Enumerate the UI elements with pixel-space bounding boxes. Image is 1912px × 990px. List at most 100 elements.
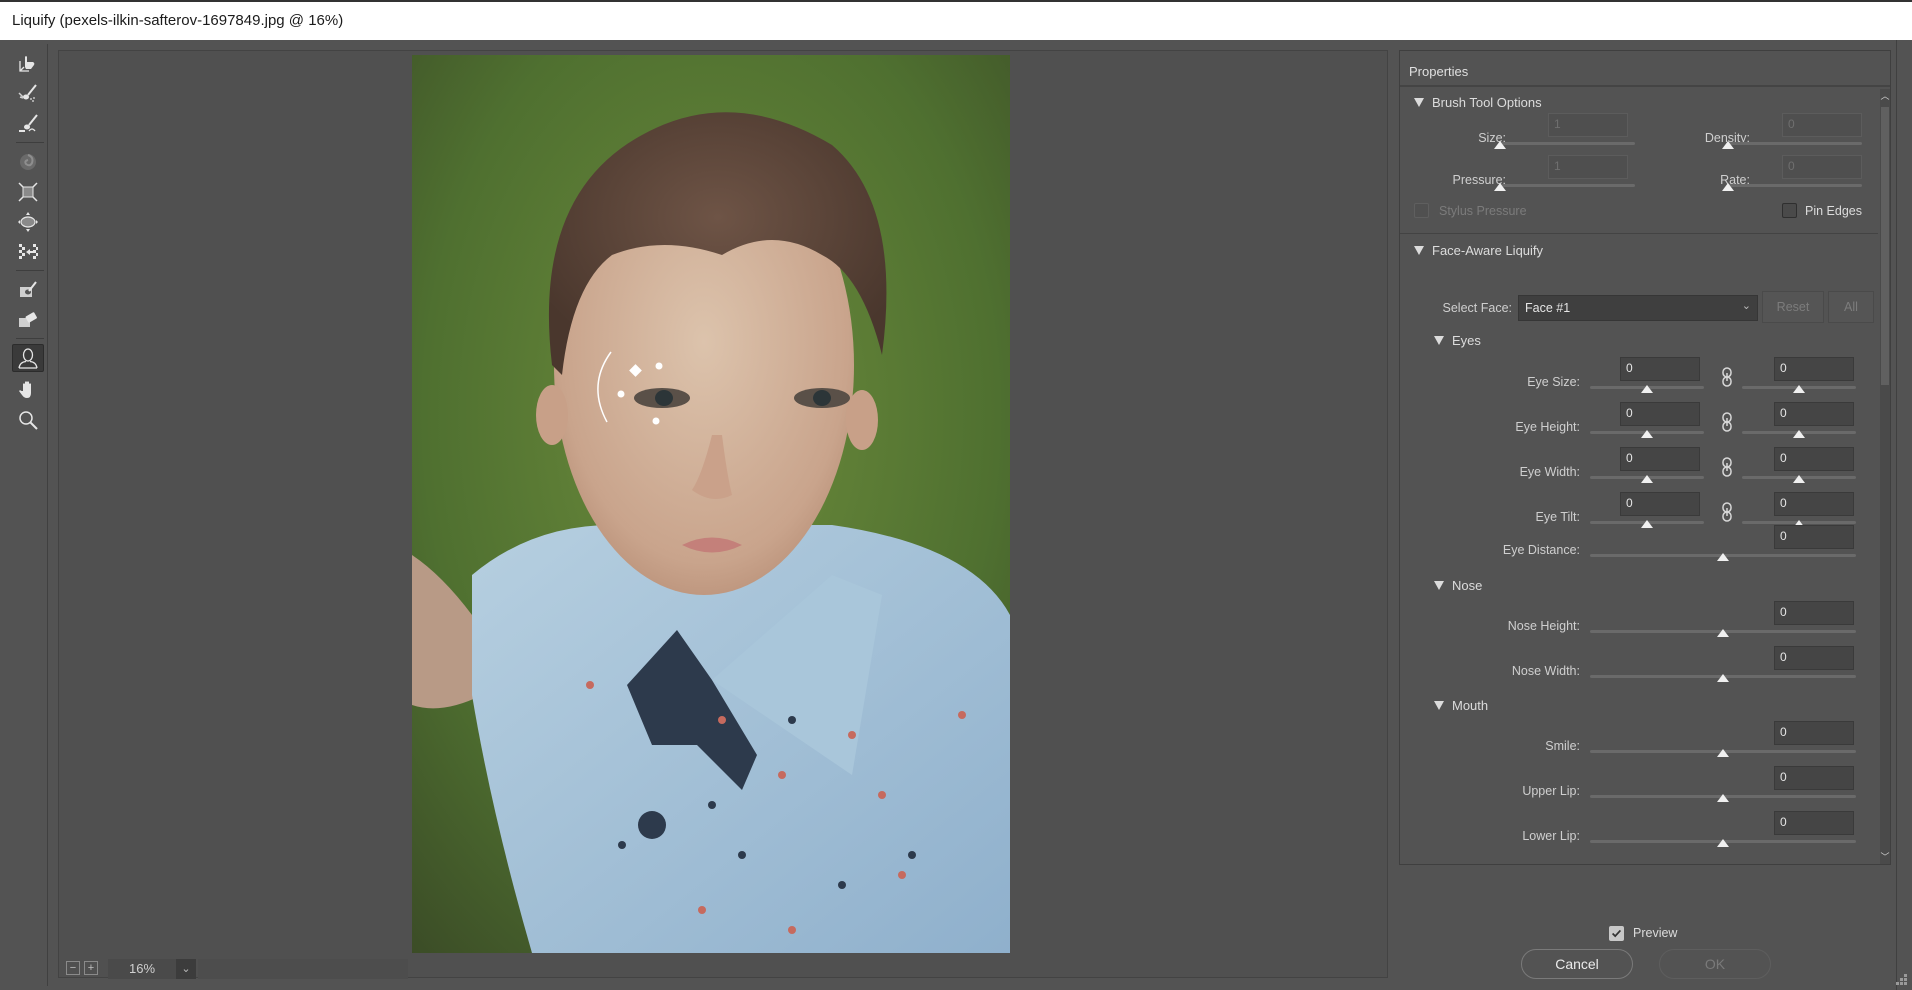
preview-label: Preview — [1633, 926, 1678, 940]
preview-checkbox[interactable] — [1609, 926, 1624, 941]
mouth-header[interactable]: Mouth — [1434, 698, 1488, 713]
slider-thumb[interactable] — [1717, 553, 1729, 561]
eye-height-left-input[interactable]: 0 — [1620, 402, 1700, 426]
slider-thumb[interactable] — [1717, 749, 1729, 757]
slider-thumb[interactable] — [1793, 385, 1805, 393]
face-tool[interactable] — [12, 344, 44, 372]
lower-lip-slider[interactable] — [1590, 837, 1856, 847]
ok-button[interactable]: OK — [1659, 949, 1771, 979]
all-button[interactable]: All — [1828, 291, 1874, 323]
size-slider[interactable] — [1494, 139, 1635, 149]
link-icon[interactable] — [1720, 457, 1734, 477]
slider-thumb[interactable] — [1641, 475, 1653, 483]
slider-thumb[interactable] — [1722, 141, 1734, 149]
eye-width-left-input[interactable]: 0 — [1620, 447, 1700, 471]
thaw-mask-tool[interactable] — [12, 306, 44, 334]
eye-height-right-input[interactable]: 0 — [1774, 402, 1854, 426]
zoom-level-field[interactable]: 16% — [108, 959, 176, 979]
slider-thumb[interactable] — [1494, 141, 1506, 149]
slider-thumb[interactable] — [1722, 183, 1734, 191]
stylus-pressure-checkbox[interactable] — [1414, 203, 1429, 218]
eye-distance-slider[interactable] — [1590, 551, 1856, 561]
link-icon[interactable] — [1720, 502, 1734, 522]
eye-size-left-input[interactable]: 0 — [1620, 357, 1700, 381]
cancel-button[interactable]: Cancel — [1521, 949, 1633, 979]
slider-thumb[interactable] — [1641, 430, 1653, 438]
eye-tilt-left-slider[interactable] — [1590, 518, 1704, 528]
eye-tilt-left-input[interactable]: 0 — [1620, 492, 1700, 516]
push-left-tool[interactable] — [12, 238, 44, 266]
slider-thumb[interactable] — [1717, 839, 1729, 847]
upper-lip-slider[interactable] — [1590, 792, 1856, 802]
smile-input[interactable]: 0 — [1774, 721, 1854, 745]
size-input[interactable]: 1 — [1548, 113, 1628, 137]
section-title: Face-Aware Liquify — [1432, 243, 1544, 258]
bloat-tool[interactable] — [12, 208, 44, 236]
nose-height-label: Nose Height: — [1507, 619, 1580, 633]
eye-size-right-slider[interactable] — [1742, 383, 1856, 393]
freeze-mask-tool[interactable] — [12, 276, 44, 304]
pressure-slider[interactable] — [1494, 181, 1635, 191]
eye-width-right-slider[interactable] — [1742, 473, 1856, 483]
upper-lip-input[interactable]: 0 — [1774, 766, 1854, 790]
eye-distance-input[interactable]: 0 — [1774, 525, 1854, 549]
slider-thumb[interactable] — [1494, 183, 1506, 191]
slider-thumb[interactable] — [1641, 520, 1653, 528]
slider-thumb[interactable] — [1717, 674, 1729, 682]
slider-thumb[interactable] — [1717, 629, 1729, 637]
rate-slider[interactable] — [1722, 181, 1862, 191]
properties-scrollbar[interactable]: ︿ ﹀ — [1880, 89, 1890, 864]
link-icon[interactable] — [1720, 412, 1734, 432]
zoom-out-button[interactable]: − — [66, 961, 80, 975]
properties-scroll-area: Brush Tool Options Size: 1 Density: 0 Pr… — [1400, 89, 1890, 864]
smooth-tool[interactable] — [12, 110, 44, 138]
eye-height-left-slider[interactable] — [1590, 428, 1704, 438]
brush-tool-options-header[interactable]: Brush Tool Options — [1414, 95, 1542, 110]
slider-thumb[interactable] — [1641, 385, 1653, 393]
face-aware-liquify-header[interactable]: Face-Aware Liquify — [1414, 243, 1543, 258]
density-input[interactable]: 0 — [1782, 113, 1862, 137]
lower-lip-input[interactable]: 0 — [1774, 811, 1854, 835]
pin-edges-checkbox[interactable] — [1782, 203, 1797, 218]
eye-width-left-slider[interactable] — [1590, 473, 1704, 483]
slider-thumb[interactable] — [1793, 430, 1805, 438]
hand-tool[interactable] — [12, 376, 44, 404]
preview-canvas[interactable] — [58, 50, 1388, 978]
toolbar-separator — [16, 270, 44, 271]
select-face-dropdown[interactable]: Face #1 ⌄ — [1518, 295, 1758, 321]
eyes-header[interactable]: Eyes — [1434, 333, 1481, 348]
nose-header[interactable]: Nose — [1434, 578, 1482, 593]
nose-height-input[interactable]: 0 — [1774, 601, 1854, 625]
forward-warp-tool[interactable] — [12, 50, 44, 78]
warp-hand-icon — [19, 56, 35, 72]
twirl-clockwise-tool[interactable] — [12, 148, 44, 176]
pucker-tool[interactable] — [12, 178, 44, 206]
reconstruct-tool[interactable] — [12, 80, 44, 108]
reset-button[interactable]: Reset — [1762, 291, 1824, 323]
link-icon[interactable] — [1720, 367, 1734, 387]
zoom-tool[interactable] — [12, 406, 44, 434]
eye-height-label: Eye Height: — [1515, 420, 1580, 434]
zoom-dropdown-button[interactable]: ⌄ — [176, 959, 196, 979]
eye-size-left-slider[interactable] — [1590, 383, 1704, 393]
scroll-up-icon[interactable]: ︿ — [1880, 89, 1890, 103]
rate-input[interactable]: 0 — [1782, 155, 1862, 179]
document-image[interactable] — [412, 55, 1010, 953]
resize-grip-icon[interactable] — [1896, 974, 1908, 986]
smile-slider[interactable] — [1590, 747, 1856, 757]
nose-width-slider[interactable] — [1590, 672, 1856, 682]
zoom-in-button[interactable]: + — [84, 961, 98, 975]
nose-width-input[interactable]: 0 — [1774, 646, 1854, 670]
scroll-down-icon[interactable]: ﹀ — [1880, 850, 1890, 864]
density-slider[interactable] — [1722, 139, 1862, 149]
pressure-input[interactable]: 1 — [1548, 155, 1628, 179]
nose-height-slider[interactable] — [1590, 627, 1856, 637]
eye-height-right-slider[interactable] — [1742, 428, 1856, 438]
slider-thumb[interactable] — [1793, 475, 1805, 483]
scrollbar-thumb[interactable] — [1881, 107, 1889, 385]
eye-size-right-input[interactable]: 0 — [1774, 357, 1854, 381]
eye-width-right-input[interactable]: 0 — [1774, 447, 1854, 471]
disclosure-triangle-icon — [1414, 246, 1424, 255]
eye-tilt-right-input[interactable]: 0 — [1774, 492, 1854, 516]
slider-thumb[interactable] — [1717, 794, 1729, 802]
